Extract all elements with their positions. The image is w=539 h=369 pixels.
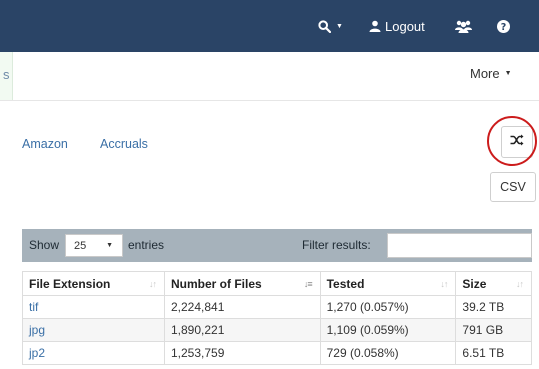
table-header-row: File Extension ↓↑ Number of Files ↓≡ Tes… (22, 271, 532, 296)
sort-icon: ↓↑ (516, 279, 524, 289)
column-header-file-extension[interactable]: File Extension ↓↑ (22, 271, 165, 296)
cell-size: 791 GB (455, 318, 532, 342)
more-menu[interactable]: More ▼ (470, 66, 512, 81)
link-amazon[interactable]: Amazon (22, 137, 68, 151)
filter-label: Filter results: (302, 238, 371, 252)
cell-extension[interactable]: jpg (22, 318, 165, 342)
users-menu[interactable] (455, 0, 472, 52)
cell-number-of-files: 2,224,841 (163, 295, 321, 319)
cell-extension[interactable]: jp2 (22, 341, 165, 365)
cell-size: 39.2 TB (455, 295, 532, 319)
filter-input[interactable] (387, 233, 532, 258)
cell-tested: 729 (0.058%) (319, 341, 457, 365)
search-menu[interactable]: ▼ (318, 0, 343, 52)
help-menu[interactable]: ? (497, 0, 510, 52)
link-accruals[interactable]: Accruals (100, 137, 148, 151)
logout-link[interactable]: Logout (369, 0, 425, 52)
csv-button[interactable]: CSV (490, 172, 536, 202)
entries-value: 25 (74, 239, 87, 252)
cell-number-of-files: 1,253,759 (163, 341, 321, 365)
cell-size: 6.51 TB (455, 341, 532, 365)
entries-select[interactable]: 25 ▼ (65, 234, 123, 257)
chevron-down-icon: ▼ (106, 242, 113, 249)
table-row: jpg 1,890,221 1,109 (0.059%) 791 GB (22, 318, 532, 342)
column-header-number-of-files[interactable]: Number of Files ↓≡ (163, 271, 321, 296)
secondary-navbar (0, 52, 539, 101)
search-icon (318, 19, 331, 33)
table-row: jp2 1,253,759 729 (0.058%) 6.51 TB (22, 341, 532, 365)
help-icon: ? (497, 19, 510, 33)
cell-number-of-files: 1,890,221 (163, 318, 321, 342)
cell-tested: 1,109 (0.059%) (319, 318, 457, 342)
chevron-down-icon: ▼ (504, 70, 512, 77)
user-icon (369, 20, 381, 32)
sort-icon: ↓↑ (148, 279, 157, 289)
users-icon (455, 20, 472, 33)
sort-icon: ↓↑ (440, 279, 448, 289)
file-extension-table: File Extension ↓↑ Number of Files ↓≡ Tes… (22, 271, 532, 365)
entries-label: entries (128, 238, 165, 252)
svg-text:?: ? (501, 22, 507, 33)
highlight-circle (487, 116, 537, 166)
logout-label: Logout (385, 18, 425, 34)
show-label: Show (29, 238, 60, 252)
cell-extension[interactable]: tif (22, 295, 165, 319)
chevron-down-icon: ▼ (336, 22, 343, 30)
table-row: tif 2,224,841 1,270 (0.057%) 39.2 TB (22, 295, 532, 319)
column-header-size[interactable]: Size ↓↑ (455, 271, 532, 296)
partial-tab-label[interactable]: s (3, 67, 10, 82)
cell-tested: 1,270 (0.057%) (319, 295, 457, 319)
more-label: More (470, 66, 500, 81)
column-header-tested[interactable]: Tested ↓↑ (319, 271, 457, 296)
table-controls: Show 25 ▼ entries Filter results: (22, 229, 532, 262)
sort-desc-icon: ↓≡ (303, 279, 313, 289)
top-navbar: ▼ Logout ? (0, 0, 539, 52)
